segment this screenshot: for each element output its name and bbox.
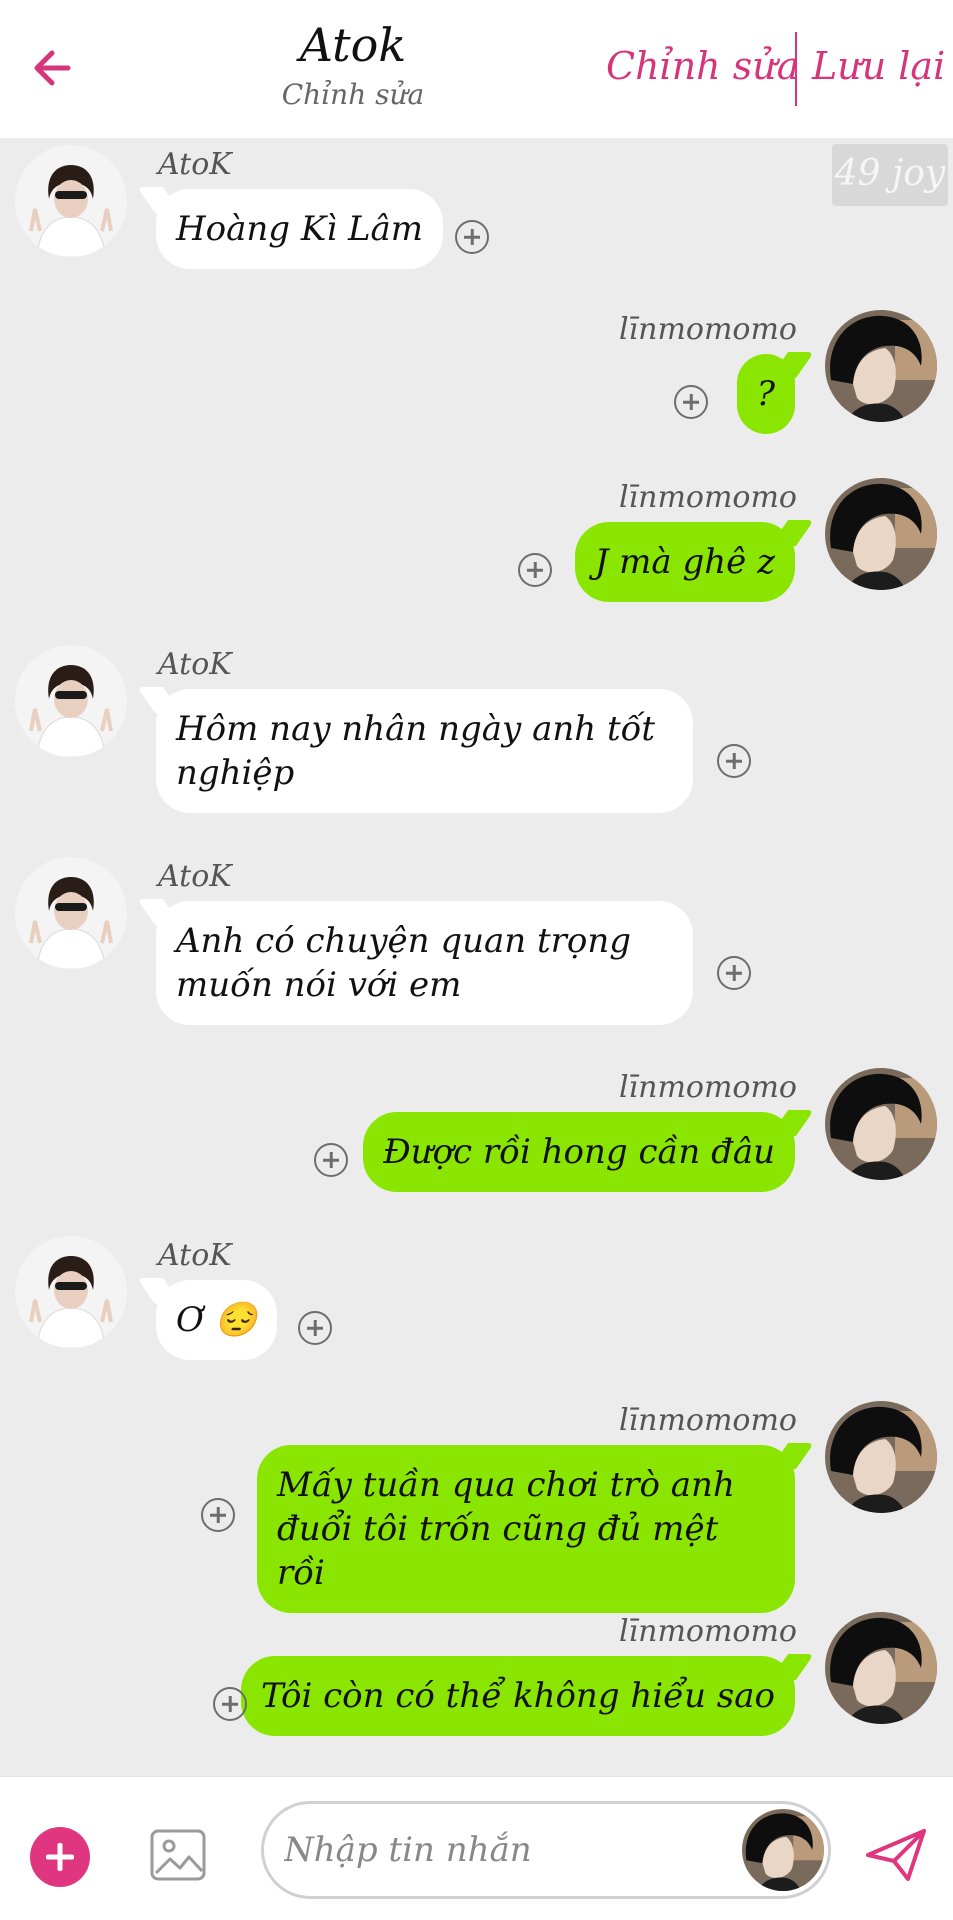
sender-name: līnmomomo — [618, 1403, 797, 1438]
avatar[interactable] — [15, 857, 127, 969]
message-bubble[interactable]: Hoàng Kì Lâm — [156, 189, 444, 269]
avatar[interactable] — [825, 1401, 937, 1513]
send-button[interactable] — [864, 1825, 928, 1885]
message-bubble[interactable]: Hôm nay nhân ngày anh tốt nghiệp — [156, 689, 693, 813]
user-avatar-icon — [15, 857, 127, 969]
avatar[interactable] — [15, 1236, 127, 1348]
user-avatar-icon — [825, 1401, 937, 1513]
user-avatar-icon — [825, 1612, 937, 1724]
plus-circle-icon[interactable] — [298, 1311, 332, 1345]
image-button[interactable] — [148, 1825, 208, 1885]
plus-circle-icon[interactable] — [518, 553, 552, 587]
sender-name: AtoK — [158, 859, 232, 894]
send-icon — [866, 1829, 926, 1881]
avatar[interactable] — [15, 645, 127, 757]
avatar[interactable] — [825, 310, 937, 422]
sender-name: līnmomomo — [618, 312, 797, 347]
message-row: līnmomomo Tôi còn có thể không hiểu sao — [0, 1612, 953, 1752]
message-row: AtoK Hôm nay nhân ngày anh tốt nghiệp — [0, 645, 953, 825]
message-row: AtoK Ơ 😔 — [0, 1236, 953, 1376]
sender-name: AtoK — [158, 147, 232, 182]
message-bubble[interactable]: Anh có chuyện quan trọng muốn nói với em — [156, 901, 693, 1025]
user-avatar-icon — [742, 1809, 824, 1891]
plus-circle-icon[interactable] — [314, 1143, 348, 1177]
message-input[interactable] — [284, 1822, 724, 1878]
composer-bar — [0, 1776, 953, 1920]
message-bubble[interactable]: J mà ghê z — [574, 522, 795, 602]
page-title: Atok — [299, 18, 407, 72]
plus-circle-icon[interactable] — [213, 1687, 247, 1721]
sender-name: līnmomomo — [618, 480, 797, 515]
page-subtitle: Chỉnh sửa — [281, 78, 425, 111]
message-bubble[interactable]: Mấy tuần qua chơi trò anh đuổi tôi trốn … — [257, 1445, 795, 1613]
avatar[interactable] — [15, 145, 127, 257]
avatar[interactable] — [825, 478, 937, 590]
sender-name: AtoK — [158, 1238, 232, 1273]
user-avatar-icon — [15, 145, 127, 257]
user-avatar-icon — [825, 1068, 937, 1180]
user-avatar-icon — [825, 310, 937, 422]
add-button[interactable] — [30, 1827, 90, 1887]
plus-circle-icon[interactable] — [201, 1498, 235, 1532]
message-row: AtoK Anh có chuyện quan trọng muốn nói v… — [0, 857, 953, 1037]
sender-name: līnmomomo — [618, 1070, 797, 1105]
user-avatar-icon — [825, 478, 937, 590]
message-row: līnmomomo J mà ghê z — [0, 478, 953, 618]
plus-circle-icon[interactable] — [717, 956, 751, 990]
edit-button[interactable]: Chỉnh sửa — [606, 44, 799, 88]
user-avatar-icon — [15, 1236, 127, 1348]
avatar[interactable] — [825, 1612, 937, 1724]
image-icon — [150, 1829, 206, 1881]
message-row: līnmomomo ? — [0, 310, 953, 450]
sender-name: AtoK — [158, 647, 232, 682]
message-row: līnmomomo Được rồi hong cần đâu — [0, 1068, 953, 1208]
save-button[interactable]: Lưu lại — [812, 44, 945, 88]
plus-circle-icon[interactable] — [455, 220, 489, 254]
message-bubble[interactable]: Tôi còn có thể không hiểu sao — [240, 1656, 795, 1736]
header-bar: Atok Chỉnh sửa Chỉnh sửa Lưu lại — [0, 0, 953, 138]
message-row: līnmomomo Mấy tuần qua chơi trò anh đuổi… — [0, 1401, 953, 1613]
avatar[interactable] — [825, 1068, 937, 1180]
message-bubble[interactable]: ? — [736, 354, 795, 434]
avatar[interactable] — [742, 1809, 824, 1891]
header-divider — [795, 32, 797, 106]
message-input-box — [261, 1801, 831, 1899]
user-avatar-icon — [15, 645, 127, 757]
sender-name: līnmomomo — [618, 1614, 797, 1649]
message-row: AtoK Hoàng Kì Lâm — [0, 145, 953, 285]
plus-circle-icon[interactable] — [717, 744, 751, 778]
message-bubble[interactable]: Ơ 😔 — [156, 1280, 278, 1360]
plus-circle-icon[interactable] — [674, 385, 708, 419]
message-bubble[interactable]: Được rồi hong cần đâu — [363, 1112, 795, 1192]
